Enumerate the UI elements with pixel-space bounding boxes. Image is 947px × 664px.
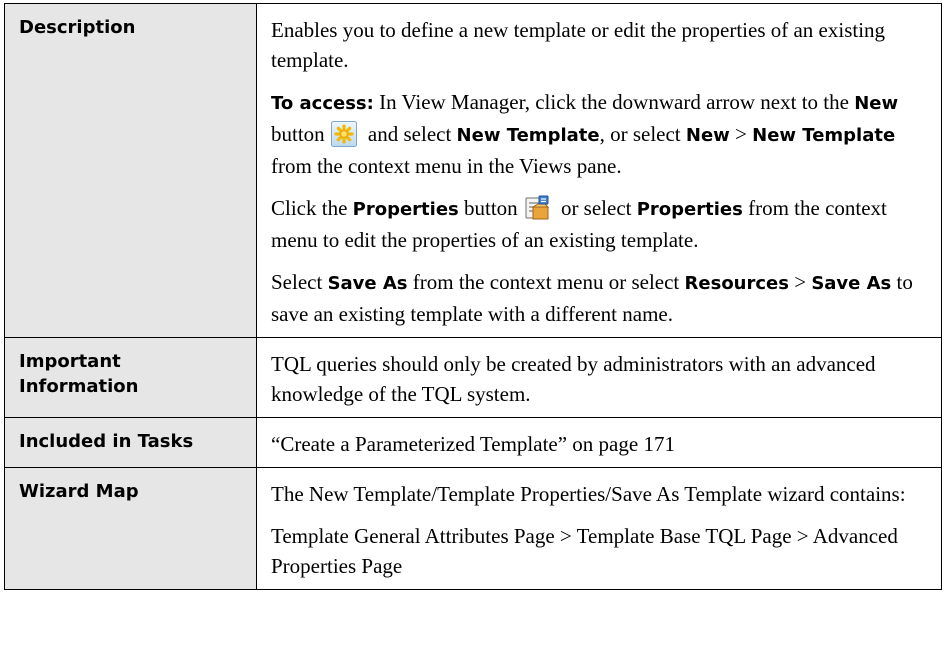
- ui-term-properties: Properties: [636, 199, 743, 220]
- text-fragment: button: [271, 122, 325, 146]
- properties-paragraph: Click the Properties button or select Pr…: [271, 193, 927, 255]
- label-important-information: Important Information: [4, 337, 257, 418]
- wizard-page-sequence: Template General Attributes Page > Templ…: [271, 524, 898, 578]
- label-included-in-tasks: Included in Tasks: [4, 417, 257, 468]
- text-fragment: In View Manager, click the downward arro…: [373, 90, 855, 114]
- label-wizard-map: Wizard Map: [4, 467, 257, 590]
- ui-term-save-as: Save As: [811, 273, 892, 294]
- text-fragment: or select: [555, 196, 637, 220]
- to-access-label: To access:: [271, 93, 374, 114]
- text-fragment: , or select: [599, 122, 686, 146]
- text-fragment: from the context menu or select: [407, 270, 685, 294]
- ui-term-resources: Resources: [684, 273, 789, 294]
- properties-icon: [524, 195, 550, 221]
- ui-term-new: New: [685, 125, 730, 146]
- text-fragment: from the context menu in the Views pane.: [271, 154, 622, 178]
- important-text: TQL queries should only be created by ad…: [271, 352, 876, 406]
- reference-table: Description Enables you to define a new …: [4, 3, 942, 590]
- content-description: Enables you to define a new template or …: [256, 3, 942, 338]
- label-description: Description: [4, 3, 257, 338]
- ui-term-new-template: New Template: [456, 125, 600, 146]
- ui-term-new-template: New Template: [752, 125, 896, 146]
- text-fragment: >: [729, 122, 753, 146]
- text-fragment: and select: [362, 122, 457, 146]
- row-wizard-map: Wizard Map The New Template/Template Pro…: [4, 467, 942, 590]
- ui-term-save-as: Save As: [327, 273, 408, 294]
- save-as-paragraph: Select Save As from the context menu or …: [271, 267, 927, 329]
- task-link[interactable]: “Create a Parameterized Template” on pag…: [271, 429, 927, 459]
- content-important-information: TQL queries should only be created by ad…: [256, 337, 942, 418]
- text-fragment: Select: [271, 270, 328, 294]
- to-access-paragraph: To access: In View Manager, click the do…: [271, 87, 927, 181]
- content-included-in-tasks: “Create a Parameterized Template” on pag…: [256, 417, 942, 468]
- ui-term-properties: Properties: [352, 199, 459, 220]
- row-important-information: Important Information TQL queries should…: [4, 337, 942, 418]
- wizard-intro-text: The New Template/Template Properties/Sav…: [271, 482, 906, 506]
- row-description: Description Enables you to define a new …: [4, 3, 942, 338]
- description-text: Enables you to define a new template or …: [271, 18, 886, 72]
- text-fragment: button: [458, 196, 518, 220]
- row-included-in-tasks: Included in Tasks “Create a Parameterize…: [4, 417, 942, 468]
- content-wizard-map: The New Template/Template Properties/Sav…: [256, 467, 942, 590]
- text-fragment: Click the: [271, 196, 353, 220]
- ui-term-new: New: [854, 93, 899, 114]
- new-star-icon: [330, 121, 357, 147]
- text-fragment: >: [788, 270, 812, 294]
